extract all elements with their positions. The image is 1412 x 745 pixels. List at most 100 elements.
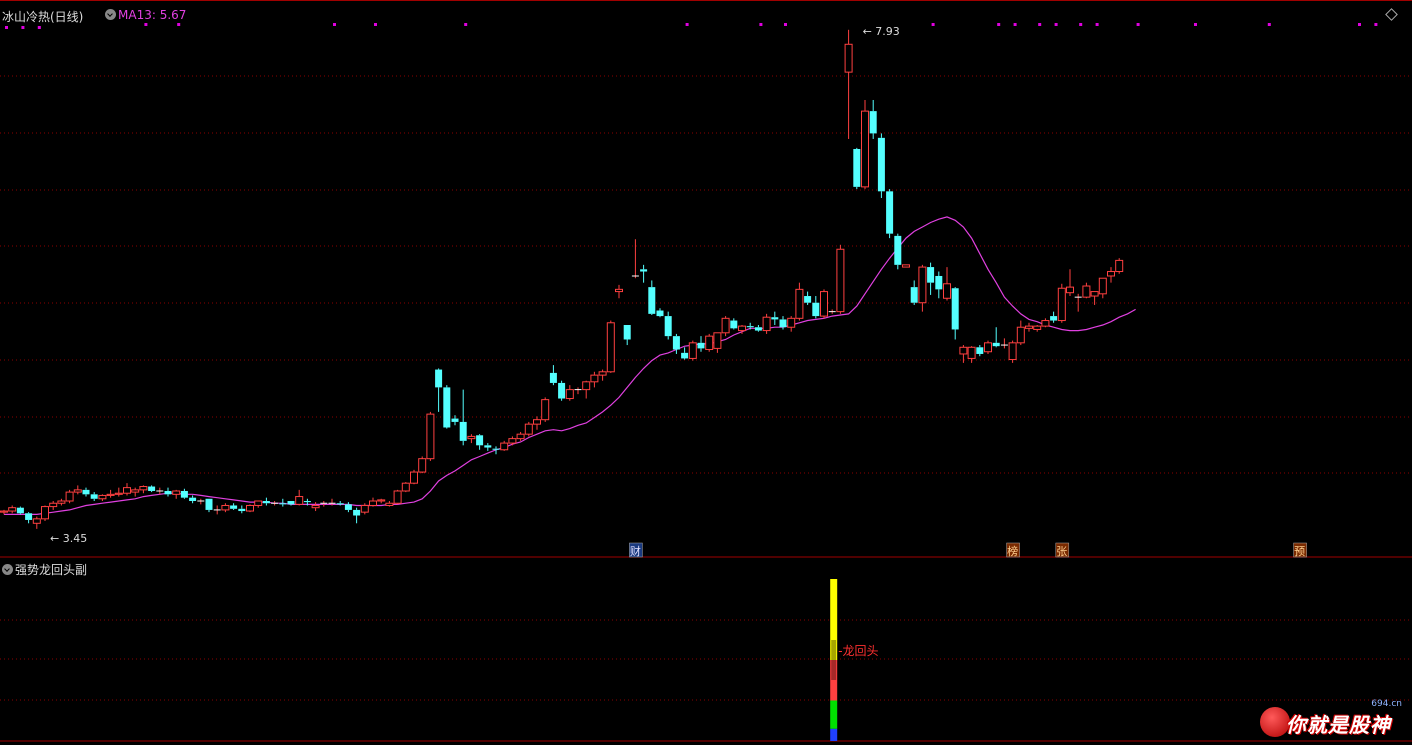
candle[interactable] <box>320 501 328 507</box>
candle[interactable] <box>82 487 90 497</box>
candle[interactable] <box>180 488 188 499</box>
candle[interactable] <box>795 282 804 321</box>
candle[interactable] <box>524 421 533 437</box>
candle[interactable] <box>230 503 238 510</box>
candle[interactable] <box>73 485 82 495</box>
candle[interactable] <box>582 380 591 399</box>
candle[interactable] <box>565 385 574 401</box>
candle[interactable] <box>935 271 943 299</box>
candle[interactable] <box>688 340 697 361</box>
candle[interactable] <box>295 489 304 506</box>
candle[interactable] <box>615 284 623 299</box>
candle[interactable] <box>1082 282 1091 299</box>
candle[interactable] <box>681 347 689 360</box>
candle[interactable] <box>32 516 41 529</box>
candle[interactable] <box>164 487 172 497</box>
candle[interactable] <box>500 440 509 451</box>
candle[interactable] <box>1115 258 1124 274</box>
candle[interactable] <box>369 497 377 507</box>
candle[interactable] <box>246 504 254 513</box>
candle[interactable] <box>590 371 599 388</box>
candle[interactable] <box>435 368 443 412</box>
candle[interactable] <box>812 296 820 319</box>
candle[interactable] <box>713 332 722 353</box>
candle[interactable] <box>114 487 123 497</box>
candle[interactable] <box>49 501 58 510</box>
candle[interactable] <box>1050 311 1058 323</box>
candle[interactable] <box>57 498 66 506</box>
candle[interactable] <box>648 280 656 315</box>
candle[interactable] <box>1041 318 1050 328</box>
candle[interactable] <box>476 434 484 450</box>
candle[interactable] <box>984 340 992 354</box>
candle[interactable] <box>238 505 246 514</box>
candle[interactable] <box>640 264 648 283</box>
candle[interactable] <box>771 311 779 326</box>
candle[interactable] <box>148 485 156 493</box>
candle[interactable] <box>598 369 607 381</box>
candle[interactable] <box>98 494 107 502</box>
candle[interactable] <box>828 309 836 314</box>
candle[interactable] <box>656 308 664 318</box>
candle[interactable] <box>730 318 738 330</box>
candle[interactable] <box>393 489 402 505</box>
candle[interactable] <box>123 483 131 496</box>
candle[interactable] <box>877 133 885 199</box>
candle[interactable] <box>443 385 451 429</box>
candle[interactable] <box>910 280 918 305</box>
candle[interactable] <box>1057 283 1066 323</box>
candle[interactable] <box>1066 269 1074 297</box>
candle[interactable] <box>8 505 17 514</box>
candle[interactable] <box>721 316 730 337</box>
candle[interactable] <box>353 507 361 524</box>
candle[interactable] <box>156 487 164 495</box>
candle[interactable] <box>484 443 492 451</box>
candle[interactable] <box>902 264 910 268</box>
main-chart-title[interactable]: 冰山冷热(日线) <box>2 8 83 25</box>
candle[interactable] <box>467 434 476 444</box>
candle[interactable] <box>967 346 976 363</box>
sub-chart-title[interactable]: 强势龙回头副 <box>2 561 87 578</box>
candle[interactable] <box>139 485 148 494</box>
candle[interactable] <box>705 333 714 352</box>
candle[interactable] <box>65 489 74 504</box>
candle[interactable] <box>762 313 771 334</box>
candle[interactable] <box>1025 322 1033 332</box>
candle[interactable] <box>836 244 845 314</box>
candle[interactable] <box>606 320 615 373</box>
candle[interactable] <box>377 498 386 504</box>
candle[interactable] <box>213 505 221 515</box>
candle[interactable] <box>197 498 205 505</box>
candle[interactable] <box>90 492 98 502</box>
candle[interactable] <box>0 509 8 515</box>
candle[interactable] <box>254 500 263 508</box>
candle[interactable] <box>189 495 197 504</box>
candle[interactable] <box>1008 340 1017 363</box>
candle[interactable] <box>697 336 705 352</box>
candle[interactable] <box>861 99 869 190</box>
candle[interactable] <box>25 512 33 524</box>
candle[interactable] <box>631 239 639 279</box>
candle[interactable] <box>992 327 1000 348</box>
candle[interactable] <box>894 233 902 270</box>
candle[interactable] <box>1033 325 1042 332</box>
candle[interactable] <box>787 316 796 332</box>
candle[interactable] <box>1107 267 1115 283</box>
candle[interactable] <box>886 189 894 239</box>
candle[interactable] <box>549 365 557 386</box>
candle[interactable] <box>918 264 927 312</box>
candle[interactable] <box>418 456 427 474</box>
candle[interactable] <box>311 502 320 512</box>
candle[interactable] <box>558 380 566 401</box>
event-markers[interactable]: 财榜张预 <box>629 542 1307 558</box>
chevron-down-circle-icon[interactable] <box>105 9 116 20</box>
candle[interactable] <box>385 501 394 507</box>
chart-canvas[interactable]: ← 7.93 ← 3.45 财 榜 张 预 -龙回头 <box>0 0 1412 745</box>
candle[interactable] <box>664 311 672 340</box>
candle[interactable] <box>820 289 828 319</box>
candle[interactable] <box>927 262 935 295</box>
candle[interactable] <box>976 345 984 357</box>
candle[interactable] <box>401 482 410 493</box>
candle[interactable] <box>16 506 24 515</box>
candle[interactable] <box>623 325 631 346</box>
